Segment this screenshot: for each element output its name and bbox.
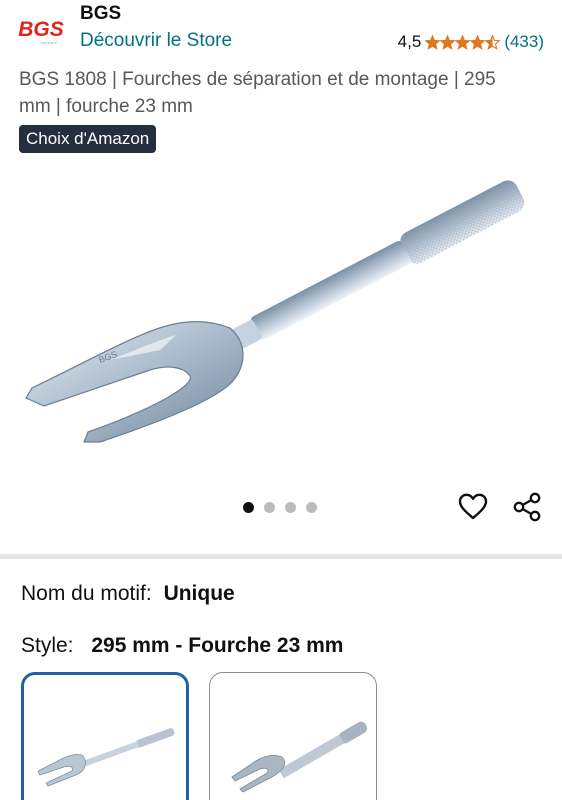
star-half-icon xyxy=(485,34,501,50)
rating-value: 4,5 xyxy=(397,32,422,51)
share-icon[interactable] xyxy=(510,490,544,524)
visit-store-link[interactable]: Découvrir le Store xyxy=(80,30,232,52)
carousel-dot[interactable] xyxy=(285,502,296,513)
style-option[interactable] xyxy=(209,672,377,800)
motif-label: Nom du motif: xyxy=(21,582,152,605)
style-label: Style: xyxy=(21,634,74,657)
star-full-icon xyxy=(425,34,441,50)
variant-thumbnail xyxy=(231,721,368,793)
motif-row: Nom du motif: Unique xyxy=(21,582,235,606)
heart-icon[interactable] xyxy=(456,490,490,524)
brand-logo[interactable]: BGS TECHNIC xyxy=(16,6,68,50)
product-title: BGS 1808 | Fourches de séparation et de … xyxy=(19,69,496,117)
carousel-dot[interactable] xyxy=(306,502,317,513)
section-divider xyxy=(0,554,562,559)
carousel-dot[interactable] xyxy=(243,502,254,513)
motif-value: Unique xyxy=(163,582,235,605)
svg-text:BGS: BGS xyxy=(18,18,64,41)
style-option-selected[interactable] xyxy=(21,672,189,800)
brand-name: BGS xyxy=(80,3,122,24)
svg-text:TECHNIC: TECHNIC xyxy=(41,41,58,45)
product-image[interactable]: BGS xyxy=(0,160,562,500)
star-full-icon xyxy=(440,34,456,50)
star-full-icon xyxy=(455,34,471,50)
amazon-choice-badge: Choix d'Amazon xyxy=(19,125,157,153)
rating-summary[interactable]: 4,5 (433) xyxy=(398,32,544,52)
brand-header: BGS TECHNIC BGS Découvrir le Store 4,5 (… xyxy=(0,0,562,62)
star-full-icon xyxy=(470,34,486,50)
carousel-dot[interactable] xyxy=(264,502,275,513)
style-row: Style: 295 mm - Fourche 23 mm xyxy=(21,634,343,658)
star-rating xyxy=(425,34,501,50)
variant-thumbnail xyxy=(37,728,175,787)
image-carousel-dots xyxy=(243,502,317,513)
review-count[interactable]: (433) xyxy=(504,32,544,52)
style-value: 295 mm - Fourche 23 mm xyxy=(91,634,344,657)
